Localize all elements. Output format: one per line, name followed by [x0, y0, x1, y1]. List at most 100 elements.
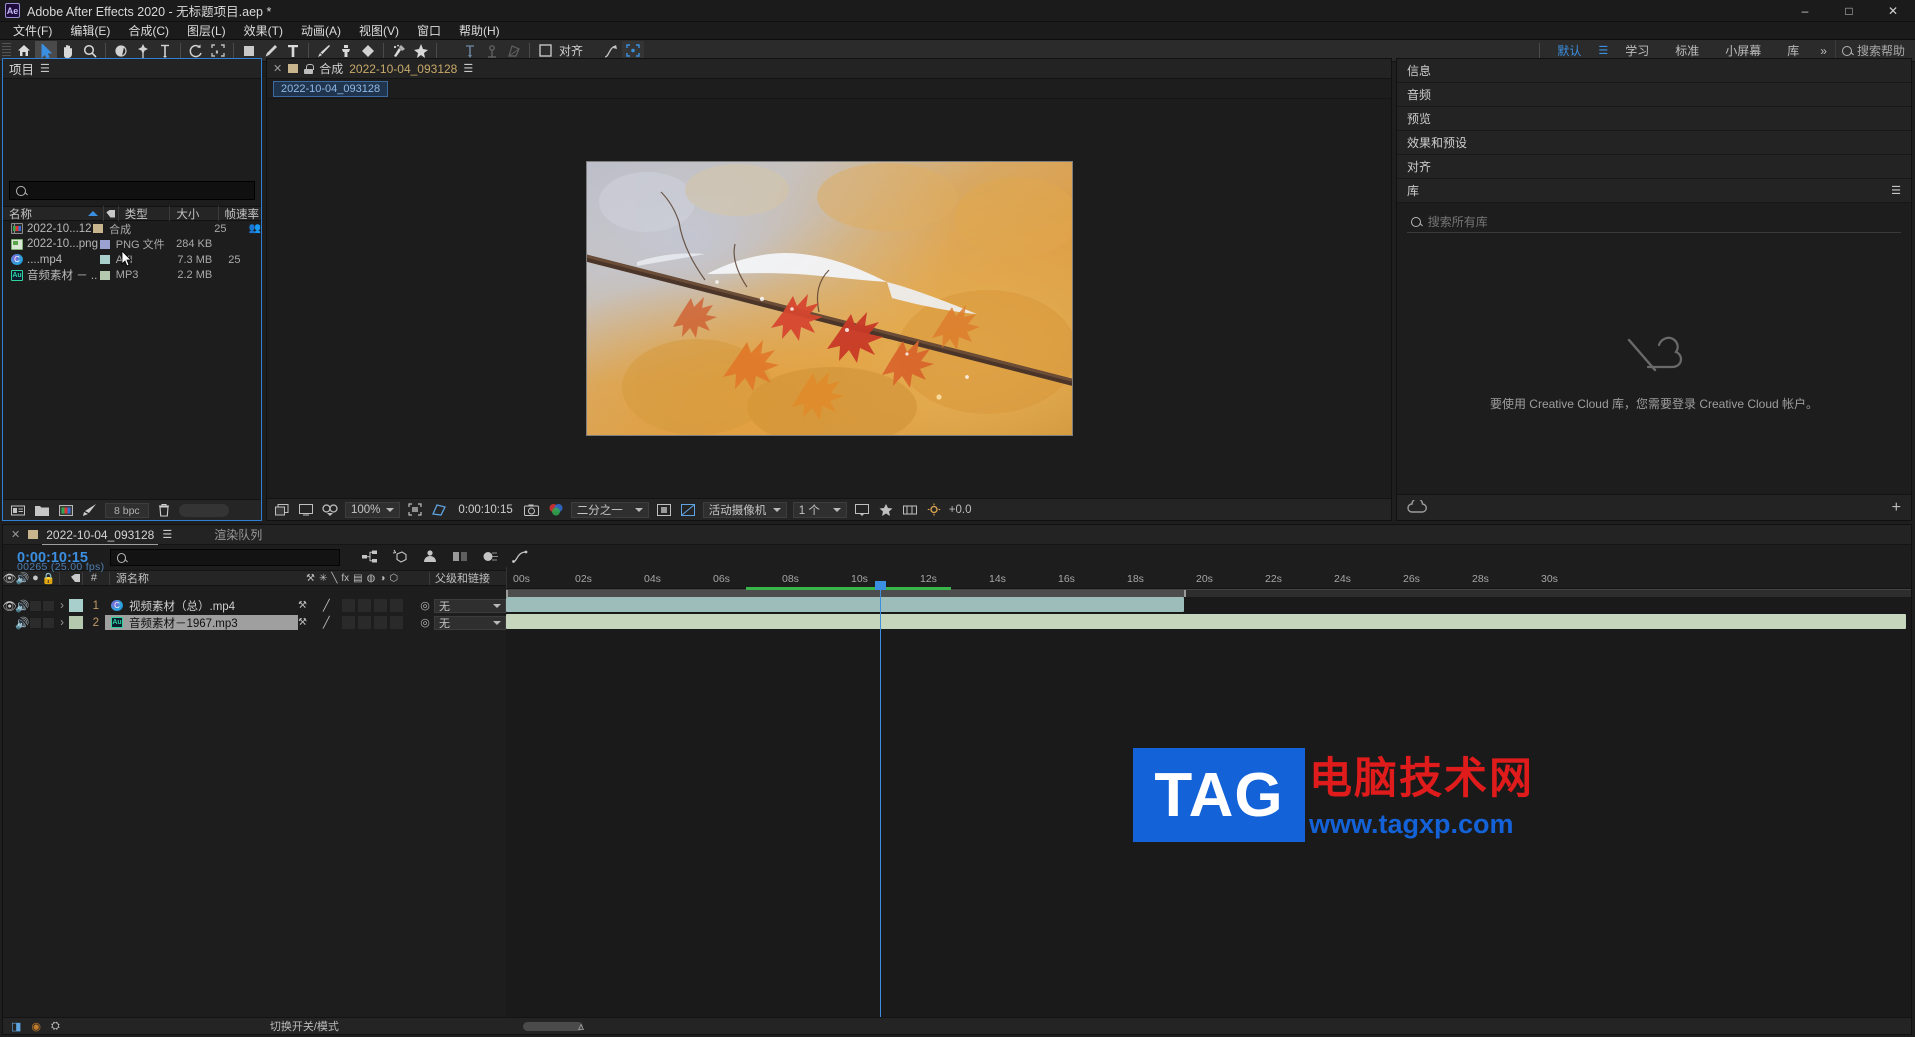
column-header-label[interactable] [104, 206, 119, 221]
playhead-handle[interactable] [875, 581, 886, 590]
project-item-name-cell[interactable]: 2022-10...png [3, 238, 98, 250]
layer-source-name-cell[interactable]: 视频素材（总）.mp4 [105, 598, 298, 613]
composition-mini-flowchart-icon[interactable] [361, 550, 378, 566]
draft-3d-icon[interactable] [392, 549, 408, 566]
menu-window[interactable]: 窗口 [408, 22, 450, 40]
column-header-size[interactable]: 大小 [170, 206, 219, 221]
zoom-out-timeline-icon[interactable]: ▵ [578, 1019, 584, 1033]
track-bar-audio[interactable] [506, 614, 1906, 629]
workspace-menu-icon[interactable]: ☰ [1594, 44, 1612, 57]
new-composition-icon[interactable] [57, 502, 75, 518]
table-row[interactable]: 👁 🔊 › 1 视频素材（总）.mp4 ⚒ ╱ [2, 597, 506, 614]
delete-icon[interactable] [155, 502, 173, 518]
toggle-transparency-grid-icon[interactable] [273, 502, 291, 518]
menu-effect[interactable]: 效果(T) [235, 22, 292, 40]
workspace-overflow-icon[interactable]: » [1812, 44, 1835, 58]
fast-preview-icon[interactable] [877, 502, 895, 518]
layer-parent-pickwhip[interactable]: ◎ [416, 599, 434, 612]
label-color-swatch[interactable] [99, 270, 110, 280]
close-tab-icon[interactable]: ✕ [273, 62, 282, 75]
column-header-name[interactable]: 名称 [3, 206, 105, 221]
layer-effects-switch[interactable] [341, 616, 355, 629]
project-search-input[interactable] [29, 184, 248, 197]
proportional-grid-icon[interactable] [430, 502, 448, 518]
project-row-composition[interactable]: 2022-10...128 合成 25 👥 [3, 221, 261, 237]
timeline-horizontal-scrollbar[interactable] [523, 1021, 583, 1031]
camera-select[interactable]: 活动摄像机 [702, 501, 787, 518]
layer-parent-select[interactable]: 无 [434, 615, 506, 630]
layer-adjustment-switch[interactable] [389, 616, 403, 629]
composition-panel-menu-icon[interactable]: ☰ [463, 62, 473, 75]
transparency-toggle-icon[interactable] [679, 502, 697, 518]
timeline-link-icon[interactable] [901, 502, 919, 518]
panel-tab-effects-presets[interactable]: 效果和预设 [1397, 131, 1911, 155]
zoom-level-select[interactable]: 100% [345, 501, 401, 518]
layer-label-color[interactable] [69, 599, 83, 612]
project-panel-menu-icon[interactable]: ☰ [40, 62, 50, 75]
label-color-swatch[interactable] [99, 255, 110, 265]
project-settings-icon[interactable] [81, 502, 99, 518]
layer-motion-blur-switch[interactable] [373, 616, 387, 629]
project-row-png[interactable]: 2022-10...png PNG 文件 284 KB [3, 237, 261, 253]
take-snapshot-icon[interactable] [523, 502, 541, 518]
project-search-box[interactable] [9, 181, 255, 200]
layer-effects-switch[interactable] [341, 599, 355, 612]
layer-motion-blur-switch[interactable] [373, 599, 387, 612]
current-time-display[interactable]: 0:00:10:15 [454, 504, 516, 516]
layer-adjustment-switch[interactable] [389, 599, 403, 612]
layer-solo-toggle[interactable] [29, 616, 42, 629]
graph-editor-icon[interactable] [512, 550, 528, 566]
work-area-bar[interactable] [506, 589, 1911, 598]
layer-solo-toggle[interactable] [29, 599, 42, 612]
exposure-reset-icon[interactable] [925, 502, 943, 518]
layer-lock-toggle[interactable] [42, 616, 55, 629]
lock-icon[interactable] [304, 63, 314, 74]
label-color-swatch[interactable] [93, 224, 104, 234]
layer-switches[interactable]: ⚒ ╱ [298, 599, 416, 612]
layer-quality-switch[interactable]: ╱ [323, 616, 330, 629]
timeline-graph-toggle-icon[interactable]: ◨ [11, 1020, 21, 1033]
playhead-line[interactable] [880, 589, 881, 1019]
layer-source-name-cell[interactable]: Au 音频素材－1967.mp3 [105, 615, 298, 630]
frame-blending-icon[interactable] [452, 550, 468, 566]
menu-edit[interactable]: 编辑(E) [61, 22, 119, 40]
region-toggle-icon[interactable] [655, 502, 673, 518]
timeline-motion-toggle-icon[interactable]: ◉ [31, 1020, 41, 1033]
menu-file[interactable]: 文件(F) [4, 22, 61, 40]
menu-composition[interactable]: 合成(C) [119, 22, 178, 40]
header-source-name[interactable]: 源名称 [116, 570, 306, 586]
region-of-interest-toggle-icon[interactable] [406, 502, 424, 518]
layer-parent-select[interactable]: 无 [434, 598, 506, 613]
composition-viewer-area[interactable] [267, 99, 1391, 498]
cloud-icon[interactable] [1407, 497, 1427, 516]
layer-frame-blend-switch[interactable] [357, 616, 371, 629]
library-panel-menu-icon[interactable]: ☰ [1891, 184, 1901, 197]
close-timeline-tab-icon[interactable]: ✕ [11, 528, 20, 541]
resolution-select[interactable]: 二分之一 [570, 501, 649, 518]
timeline-panel-menu-icon[interactable]: ☰ [162, 528, 172, 541]
project-item-name-cell[interactable]: 2022-10...128 [3, 223, 91, 235]
layer-shy-switch[interactable]: ⚒ [298, 617, 307, 628]
motion-blur-icon[interactable] [482, 550, 498, 566]
menu-layer[interactable]: 图层(L) [178, 22, 235, 40]
panel-tab-align[interactable]: 对齐 [1397, 155, 1911, 179]
timeline-search-input[interactable] [131, 551, 333, 564]
hide-shy-layers-icon[interactable] [422, 549, 438, 566]
layer-expand-arrow[interactable]: › [55, 617, 69, 629]
library-search-input[interactable] [1427, 214, 1897, 229]
menu-animation[interactable]: 动画(A) [292, 22, 350, 40]
channel-select-icon[interactable] [547, 502, 565, 518]
plus-icon[interactable]: + [1892, 499, 1901, 516]
timeline-search-box[interactable] [109, 549, 340, 566]
track-bar-video[interactable] [506, 597, 1184, 612]
breadcrumb-item[interactable]: 2022-10-04_093128 [273, 80, 389, 97]
layer-expand-arrow[interactable]: › [55, 600, 69, 612]
layer-shy-switch[interactable]: ⚒ [298, 600, 307, 611]
maximize-button[interactable]: □ [1827, 0, 1871, 22]
layer-parent-pickwhip[interactable]: ◎ [416, 616, 434, 629]
menu-view[interactable]: 视图(V) [350, 22, 408, 40]
table-row[interactable]: 🔊 › 2 Au 音频素材－1967.mp3 ⚒ ╱ ◎ 无 [3, 614, 506, 631]
timeline-tab-render-queue[interactable]: 渲染队列 [214, 525, 262, 545]
panel-tab-info[interactable]: 信息 [1397, 59, 1911, 83]
layer-audio-toggle[interactable]: 🔊 [15, 599, 29, 613]
